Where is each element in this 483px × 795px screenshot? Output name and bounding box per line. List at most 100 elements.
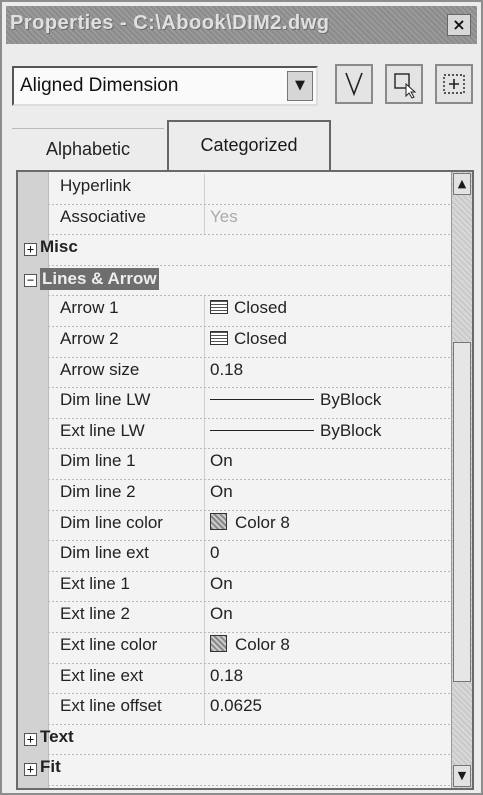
column-divider [204, 327, 205, 358]
property-row-dim-line-ext[interactable]: Dim line ext 0 [18, 541, 454, 572]
property-row-dim-line-color[interactable]: Dim line color Color 8 [18, 510, 454, 542]
properties-window: Properties - C:\Abook\DIM2.dwg × Aligned… [0, 0, 483, 795]
property-row-ext-line-lw[interactable]: Ext line LW ByBlock [18, 418, 454, 450]
property-name: Ext line ext [60, 665, 144, 685]
property-value[interactable]: Yes [210, 207, 238, 227]
column-divider [204, 571, 205, 603]
property-value-text: On [210, 451, 233, 471]
scroll-down-icon[interactable]: ▼ [453, 765, 471, 787]
pickadd-button[interactable] [435, 64, 473, 104]
object-type-dropdown[interactable]: Aligned Dimension ▼ [12, 66, 318, 106]
column-divider [204, 633, 205, 664]
expand-icon[interactable]: + [24, 763, 37, 777]
quick-select-icon [345, 72, 363, 97]
property-value[interactable]: On [210, 451, 233, 471]
property-value[interactable]: Color 8 [210, 635, 290, 655]
property-grid: Hyperlink Associative Yes + Misc − Lines & Arr… [16, 170, 474, 790]
property-value-text: ByBlock [320, 420, 382, 440]
chevron-down-icon[interactable]: ▼ [287, 71, 313, 101]
expand-icon[interactable]: + [24, 732, 37, 746]
property-name: Arrow 2 [60, 329, 119, 348]
property-row-associative[interactable]: Associative Yes [18, 204, 454, 236]
category-label: Lines & Arrow [40, 267, 159, 290]
property-name: Dim line LW [60, 390, 151, 410]
property-name: Arrow size [60, 359, 140, 379]
select-objects-button[interactable] [385, 64, 423, 104]
property-value-text: 0.0625 [210, 696, 262, 716]
column-divider [204, 449, 205, 480]
property-value[interactable]: Closed [210, 298, 287, 318]
property-value[interactable]: Closed [210, 329, 287, 349]
lineweight-icon [210, 399, 314, 401]
property-value-text: Color 8 [235, 512, 290, 532]
column-divider [204, 204, 205, 236]
property-row-hyperlink[interactable]: Hyperlink [18, 174, 454, 205]
close-button[interactable]: × [447, 14, 471, 36]
property-name: Ext line LW [60, 420, 145, 440]
arrowhead-icon [210, 300, 228, 315]
vertical-scrollbar[interactable]: ▲ ▼ [451, 172, 472, 788]
row-divider [48, 784, 454, 786]
property-value[interactable]: 0.18 [210, 360, 243, 380]
property-value-text: Yes [210, 206, 238, 226]
expand-icon[interactable]: + [24, 243, 37, 257]
property-value-text: On [210, 604, 233, 624]
property-value[interactable]: ByBlock [210, 390, 381, 410]
property-value-text: 0.18 [210, 359, 244, 379]
column-divider [204, 174, 205, 205]
column-divider [204, 510, 205, 542]
property-row-arrow-size[interactable]: Arrow size 0.18 [18, 357, 454, 389]
quick-select-button[interactable] [335, 64, 373, 104]
property-name: Associative [60, 206, 146, 226]
select-objects-icon [394, 73, 417, 99]
category-label: Misc [40, 237, 78, 257]
collapse-icon[interactable]: − [24, 273, 37, 287]
color-swatch-icon [210, 512, 227, 530]
property-value-text: 0 [210, 543, 220, 563]
category-label: Fit [40, 757, 61, 777]
tab-alphabetic[interactable]: Alphabetic [12, 128, 164, 170]
property-value[interactable]: Color 8 [210, 512, 290, 533]
arrowhead-icon [210, 331, 228, 345]
property-row-dim-line-1[interactable]: Dim line 1 On [18, 449, 454, 480]
property-value-text: On [210, 573, 233, 593]
category-fit[interactable]: + Fit [18, 755, 454, 786]
title-bar[interactable]: Properties - C:\Abook\DIM2.dwg × [6, 6, 477, 44]
property-row-dim-line-2[interactable]: Dim line 2 On [18, 480, 454, 511]
property-value[interactable]: 0.18 [210, 666, 243, 686]
property-row-ext-line-color[interactable]: Ext line color Color 8 [18, 633, 454, 664]
property-row-ext-line-offset[interactable]: Ext line offset 0.0625 [18, 694, 454, 725]
property-row-ext-line-ext[interactable]: Ext line ext 0.18 [18, 663, 454, 695]
category-lines-arrow[interactable]: − Lines & Arrow [18, 266, 454, 297]
property-value-text: ByBlock [320, 390, 382, 410]
column-divider [204, 541, 205, 572]
column-divider [204, 296, 205, 327]
property-name: Dim line 2 [60, 482, 136, 501]
category-text[interactable]: + Text [18, 725, 454, 756]
scroll-thumb[interactable] [453, 342, 471, 682]
object-type-value: Aligned Dimension [20, 75, 179, 96]
property-row-ext-line-1[interactable]: Ext line 1 On [18, 571, 454, 603]
property-row-arrow-2[interactable]: Arrow 2 Closed [18, 327, 454, 358]
property-value[interactable]: On [210, 574, 233, 594]
scroll-up-icon[interactable]: ▲ [453, 173, 471, 195]
column-divider [204, 418, 205, 450]
column-divider [204, 480, 205, 511]
property-value-text: Closed [234, 298, 287, 318]
category-misc[interactable]: + Misc [18, 235, 454, 266]
lineweight-icon [210, 429, 314, 431]
property-name: Ext line color [60, 635, 158, 654]
property-value-text: Color 8 [235, 635, 290, 654]
property-value[interactable]: On [210, 604, 233, 624]
property-row-ext-line-2[interactable]: Ext line 2 On [18, 602, 454, 633]
property-value[interactable]: On [210, 482, 233, 502]
column-divider [204, 694, 205, 725]
property-name: Ext line 1 [60, 573, 130, 593]
property-value[interactable]: ByBlock [210, 421, 381, 441]
tab-categorized[interactable]: Categorized [167, 120, 331, 172]
property-name: Ext line 2 [60, 604, 130, 624]
property-row-dim-line-lw[interactable]: Dim line LW ByBlock [18, 388, 454, 419]
property-value[interactable]: 0 [210, 543, 219, 563]
property-value[interactable]: 0.0625 [210, 696, 262, 716]
property-row-arrow-1[interactable]: Arrow 1 Closed [18, 296, 454, 327]
